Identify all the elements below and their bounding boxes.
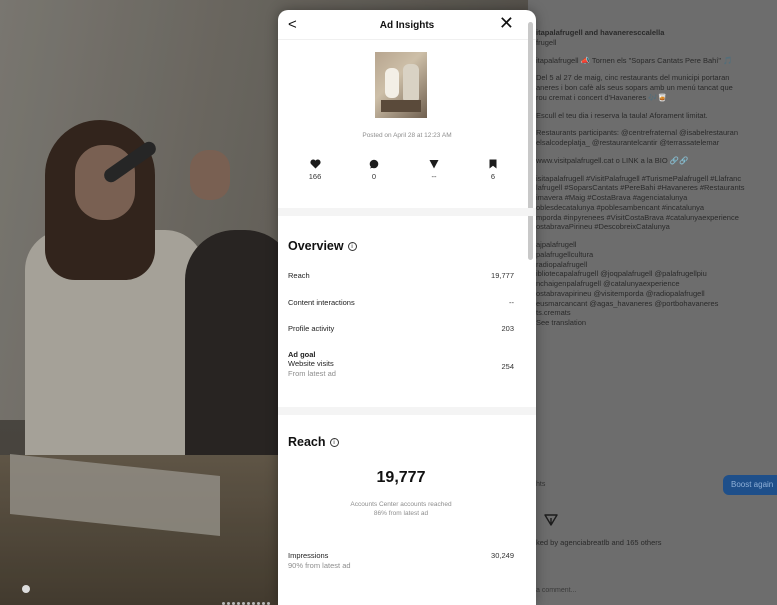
caption-line: ostabravapirineu @visitemporda @radiopal…	[536, 288, 705, 298]
caption-line: oblesdecatalunya #poblesambencant #incat…	[536, 202, 705, 212]
profile-activity-label: Profile activity	[288, 324, 335, 333]
user-tag-icon[interactable]	[22, 585, 30, 593]
caption-line: mporda #inpyrenees #VisitCostaBrava #cat…	[536, 212, 739, 222]
ad-goal-label: Ad goal	[288, 350, 316, 359]
caption-line: Escull el teu dia i reserva la taula! Af…	[536, 110, 708, 120]
caption-line: Restaurants participants: @centrefratern…	[536, 128, 738, 138]
shares-count: --	[431, 172, 437, 181]
heart-icon	[309, 158, 321, 168]
caption-line: www.visitpalafrugell.cat o LINK a la BIO…	[536, 155, 689, 165]
posted-date: Posted on April 28 at 12:23 AM	[362, 132, 452, 139]
caption-line: Del 5 al 27 de maig, cinc restaurants de…	[536, 73, 730, 83]
ad-goal-sub: From latest ad	[288, 369, 336, 378]
caption-panel: itapalafrugell and havaneresccalella frug…	[528, 0, 777, 605]
caption-line	[536, 65, 771, 73]
reach-label: Reach	[288, 271, 310, 280]
caption-text: itapalafrugell and havaneresccalella frug…	[536, 28, 771, 328]
comment-input[interactable]: a comment...	[536, 586, 576, 595]
caption-line: rou cremat i concert d'Havaneres 🎶🥃	[536, 92, 667, 102]
impressions-value: 30,249	[491, 551, 514, 560]
overview-heading: Overview i	[288, 239, 357, 253]
likes-stat: 166	[295, 158, 335, 181]
caption-line: ts.cremats	[536, 308, 571, 318]
caption-line: radiopalafrugell	[536, 259, 588, 269]
info-icon[interactable]: i	[347, 242, 357, 251]
comments-stat: 0	[354, 158, 394, 181]
comments-count: 0	[371, 172, 377, 181]
modal-title: Ad Insights	[379, 20, 435, 31]
section-divider	[278, 407, 536, 415]
caption-line: ajpalafrugell	[536, 240, 577, 249]
caption-line: imavera #Maig #CostaBrava #agenciataluny…	[536, 193, 688, 202]
modal-header: < Ad Insights ✕	[278, 10, 536, 40]
reach-heading: Reach i	[288, 435, 339, 449]
caption-line: palafrugellcultura	[536, 249, 594, 259]
section-divider	[278, 208, 536, 216]
caption-line	[536, 232, 771, 240]
ad-goal-value: 254	[501, 362, 514, 371]
caption-line	[536, 48, 771, 56]
saves-stat: 6	[473, 158, 513, 181]
caption-line: See translation	[536, 318, 587, 327]
profile-activity-value: 203	[501, 324, 514, 333]
caption-line: isitapalafrugell #VisitPalafrugell #Turi…	[536, 173, 742, 183]
caption-line: nchaigenpalafrugell @catalunyaexperience	[536, 279, 680, 288]
caption-line: itapalafrugell 📣 Tornen els "Sopars Cant…	[536, 55, 733, 65]
ad-insights-modal: < Ad Insights ✕ Posted on April 28 at 12…	[278, 10, 536, 605]
shares-stat: --	[414, 158, 454, 181]
reach-description: Accounts Center accounts reached 86% fro…	[278, 500, 524, 518]
content-interactions-row[interactable]: Content interactions --	[288, 298, 514, 307]
reach-value: 19,777	[491, 271, 514, 280]
caption-line	[536, 166, 771, 174]
caption-line	[536, 120, 771, 128]
caption-line: lafrugell #SoparsCantats #PereBahi #Hava…	[536, 183, 745, 193]
content-interactions-label: Content interactions	[288, 298, 355, 307]
caption-line: frugell	[536, 37, 557, 47]
likes-summary[interactable]: ked by agenciabreatlb and 165 others	[536, 538, 662, 548]
post-thumbnail	[375, 52, 427, 118]
caption-line: ostabravaPirineu #DescobreixCatalunya	[536, 222, 670, 232]
caption-line: ibliotecapalafrugell @joqpalafrugell @pa…	[536, 269, 707, 279]
likes-count: 166	[308, 172, 322, 181]
ad-goal-row: Ad goal Website visits From latest ad 25…	[288, 350, 514, 378]
caption-line: eusmarcancant @agas_havaneres @portbohav…	[536, 298, 719, 308]
overview-reach-row: Reach 19,777	[288, 271, 514, 280]
view-insights-link[interactable]: hts	[536, 480, 545, 489]
saves-count: 6	[490, 172, 496, 181]
share-icon	[429, 159, 439, 168]
reach-desc-line2: 86% from latest ad	[373, 510, 429, 518]
profile-activity-row[interactable]: Profile activity 203	[288, 324, 514, 333]
info-icon[interactable]: i	[329, 438, 339, 447]
caption-line: itapalafrugell and havaneresccalella	[536, 28, 665, 37]
close-icon[interactable]: ✕	[499, 14, 514, 32]
impressions-row: Impressions 90% from latest ad 30,249	[288, 551, 514, 570]
bookmark-icon	[489, 159, 497, 168]
modal-scrollbar[interactable]	[528, 22, 533, 602]
carousel-dots	[222, 592, 278, 605]
share-icon[interactable]	[544, 513, 558, 527]
impressions-label: Impressions	[288, 551, 329, 560]
engagement-stats: 166 0 -- 6	[292, 158, 518, 188]
comment-icon	[369, 159, 379, 168]
ad-goal-metric: Website visits	[288, 359, 334, 368]
content-interactions-value: --	[509, 298, 514, 307]
impressions-sub: 90% from latest ad	[288, 561, 351, 570]
reach-total: 19,777	[376, 469, 426, 486]
caption-line	[536, 148, 771, 156]
boost-again-button[interactable]: Boost again	[723, 475, 777, 495]
caption-line: aneres i bon cafè als seus sopars amb un…	[536, 83, 733, 92]
caption-line	[536, 103, 771, 111]
reach-desc-line1: Accounts Center accounts reached	[350, 501, 452, 508]
caption-line: elsalcodeplatja_ @restaurantelcantir @te…	[536, 138, 720, 147]
